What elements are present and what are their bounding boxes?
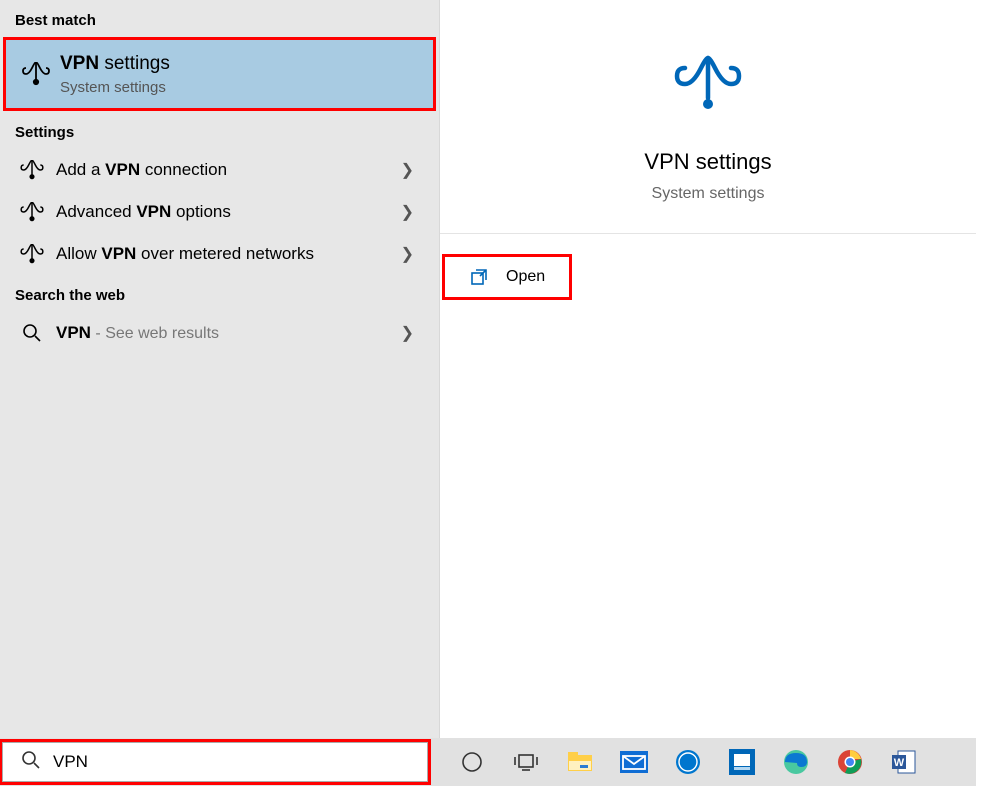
open-action[interactable]: Open: [444, 256, 570, 298]
best-match-vpn-settings[interactable]: VPN settings System settings: [4, 38, 435, 110]
svg-text:W: W: [894, 757, 905, 769]
settings-item-allow-vpn-metered[interactable]: Allow VPN over metered networks ❯: [0, 233, 439, 275]
file-explorer-icon[interactable]: [556, 741, 604, 783]
settings-item-label: Advanced VPN options: [56, 202, 401, 222]
open-label: Open: [506, 268, 545, 286]
mail-icon[interactable]: [610, 741, 658, 783]
vpn-icon: [15, 202, 49, 222]
right-edge: [976, 0, 981, 786]
chevron-right-icon: ❯: [401, 160, 424, 180]
section-settings: Settings: [0, 112, 439, 149]
detail-subtitle: System settings: [652, 185, 765, 203]
open-icon: [470, 268, 488, 286]
detail-title: VPN settings: [644, 149, 771, 175]
settings-item-label: Add a VPN connection: [56, 160, 401, 180]
word-icon[interactable]: W: [880, 741, 928, 783]
vpn-large-icon: [673, 54, 743, 117]
detail-pane: VPN settings System settings Open: [440, 0, 976, 738]
taskbar-search-box[interactable]: VPN: [2, 742, 428, 782]
dell-icon[interactable]: [664, 741, 712, 783]
web-result-label: VPN - See web results: [56, 323, 401, 343]
search-results-panel: Best match VPN settings System settings …: [0, 0, 976, 738]
best-match-text: VPN settings System settings: [60, 52, 170, 96]
section-best-match: Best match: [0, 0, 439, 37]
detail-actions: Open: [440, 234, 976, 298]
chevron-right-icon: ❯: [401, 202, 424, 222]
settings-item-add-vpn[interactable]: Add a VPN connection ❯: [0, 149, 439, 191]
chevron-right-icon: ❯: [401, 244, 424, 264]
vpn-icon: [19, 62, 53, 86]
chevron-right-icon: ❯: [401, 323, 424, 343]
cortana-icon[interactable]: [448, 741, 496, 783]
chrome-icon[interactable]: [826, 741, 874, 783]
vpn-icon: [15, 160, 49, 180]
vpn-icon: [15, 244, 49, 264]
word-tile-icon[interactable]: [718, 741, 766, 783]
taskbar: VPN: [0, 738, 976, 786]
section-web: Search the web: [0, 275, 439, 312]
settings-item-advanced-vpn[interactable]: Advanced VPN options ❯: [0, 191, 439, 233]
detail-hero: VPN settings System settings: [440, 0, 976, 234]
search-icon: [21, 750, 41, 775]
taskbar-icons: W: [448, 738, 928, 786]
task-view-icon[interactable]: [502, 741, 550, 783]
edge-icon[interactable]: [772, 741, 820, 783]
best-match-title: VPN settings: [60, 52, 170, 77]
best-match-subtitle: System settings: [60, 79, 170, 96]
results-left-pane: Best match VPN settings System settings …: [0, 0, 440, 738]
search-icon: [15, 323, 49, 343]
search-input-text: VPN: [53, 752, 88, 772]
web-result-vpn[interactable]: VPN - See web results ❯: [0, 312, 439, 354]
settings-item-label: Allow VPN over metered networks: [56, 244, 401, 264]
